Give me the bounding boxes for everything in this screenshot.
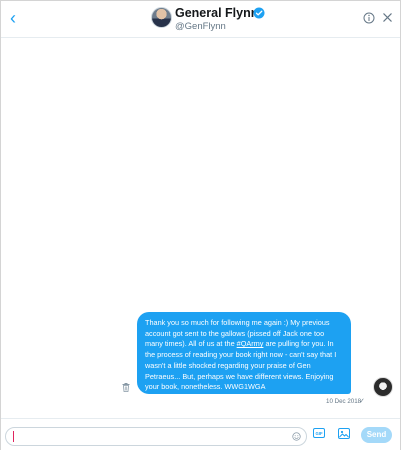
message-timestamp: 10 Dec 2018 [326,398,362,405]
contact-handle: @GenFlynn [175,21,226,32]
contact-name[interactable]: General Flynn [175,6,258,20]
back-button[interactable]: ‹ [10,9,24,27]
contact-avatar[interactable] [151,7,172,28]
hashtag-link[interactable]: #QArmy [237,339,264,348]
gif-icon[interactable]: GIF [313,428,325,438]
dm-window: ‹ General Flynn @GenFlynn Thank you so m… [0,0,401,450]
sender-avatar[interactable] [373,377,393,397]
image-upload-icon[interactable] [338,428,350,439]
delete-message-icon[interactable] [122,383,130,392]
gif-label: GIF [315,431,322,436]
info-icon[interactable] [363,12,375,24]
conversation-header: ‹ General Flynn @GenFlynn [1,1,400,38]
message-bubble[interactable]: Thank you so much for following me again… [137,312,351,394]
emoji-icon[interactable] [292,432,301,441]
read-receipt-check-icon: ✓ [359,398,365,405]
message-input-container[interactable] [5,427,307,446]
send-button[interactable]: Send [361,427,392,443]
verified-badge-icon [253,7,265,19]
close-icon[interactable] [382,12,393,23]
message-input[interactable] [16,429,290,445]
message-composer: GIF Send [1,418,400,450]
text-caret [13,431,14,442]
